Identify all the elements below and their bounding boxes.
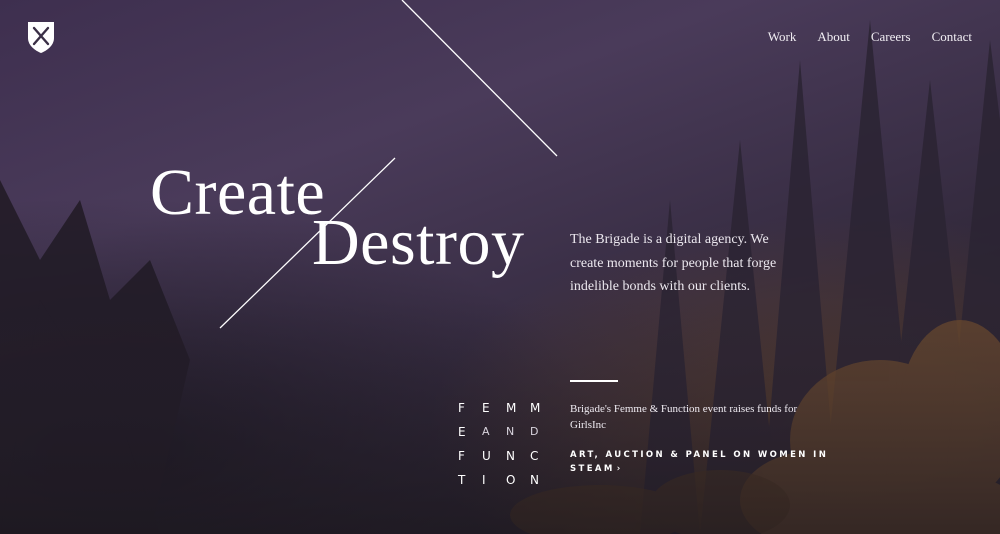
logo-letter: F [458,401,465,415]
logo-letter: T [458,473,466,487]
logo-letter: F [458,449,465,463]
logo-letter: N [506,449,515,463]
nav-about-link[interactable]: About [817,29,850,45]
logo-letter: I [482,473,486,487]
agency-intro-text: The Brigade is a digital agency. We crea… [570,232,777,294]
hero-heading-create: Create [150,156,326,229]
femme-and-function-logo: F E M M E A N D F U N C T I O N [458,400,554,488]
feature-divider [570,380,618,382]
logo-letter: E [458,425,466,439]
feature-cta-label: ART, AUCTION & PANEL ON WOMEN IN STEAM [570,450,829,474]
main-navigation: Work About Careers Contact [768,29,972,45]
logo-letter: A [482,425,490,438]
logo-letter: M [506,401,517,415]
logo-letter: O [506,473,516,487]
logo-letter: U [482,449,491,463]
logo-letter: M [530,401,541,415]
logo-letter: N [530,473,539,487]
logo-letter: N [506,425,515,438]
nav-work-link[interactable]: Work [768,29,797,45]
hero-heading-destroy: Destroy [312,206,525,279]
nav-contact-link[interactable]: Contact [932,29,972,45]
feature-headline: Brigade's Femme & Function event raises … [570,403,798,431]
logo-letter: E [482,401,490,415]
brigade-shield-logo[interactable] [26,20,56,54]
nav-careers-link[interactable]: Careers [871,29,911,45]
logo-letter: C [530,449,539,463]
chevron-right-icon: › [616,463,623,474]
logo-letter: D [530,425,539,438]
feature-cta-link[interactable]: ART, AUCTION & PANEL ON WOMEN IN STEAM › [570,449,840,476]
